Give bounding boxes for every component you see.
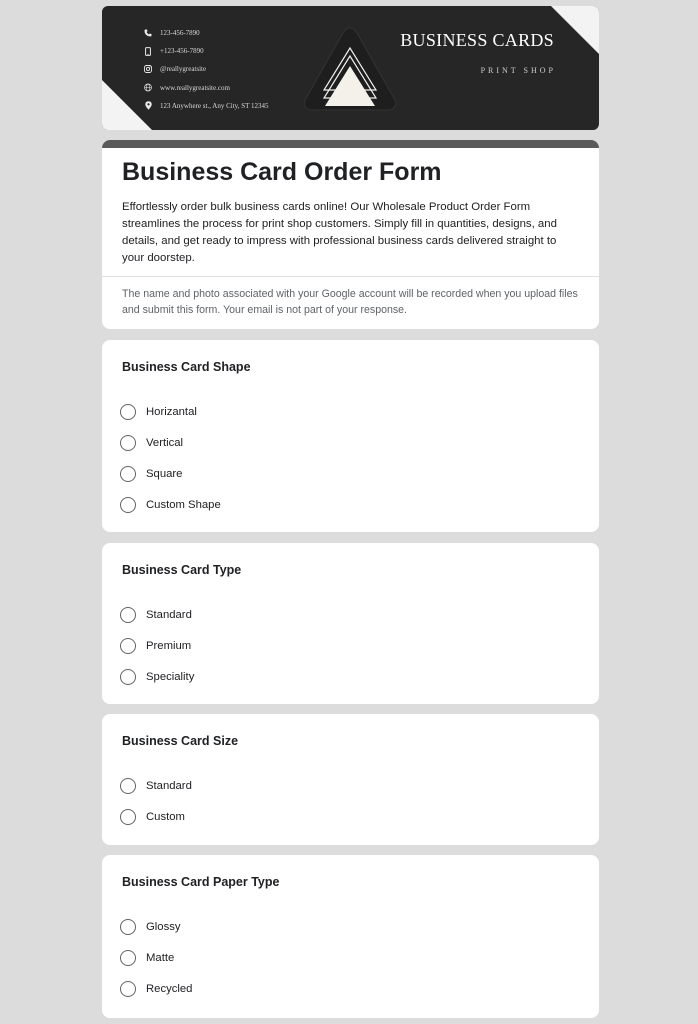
- banner-subtitle: PRINT SHOP: [480, 66, 556, 75]
- radio-option[interactable]: Matte: [120, 942, 192, 973]
- option-label: Standard: [146, 608, 192, 621]
- option-label: Vertical: [146, 436, 184, 449]
- option-label: Glossy: [146, 920, 181, 933]
- option-label: Recycled: [146, 982, 193, 995]
- divider: [102, 276, 599, 277]
- radio-option[interactable]: Recycled: [120, 973, 192, 1004]
- option-label: Horizantal: [146, 405, 197, 418]
- question-title: Business Card Type: [122, 563, 242, 577]
- question-card-type: Business Card Type Standard Premium Spec…: [102, 543, 599, 704]
- contact-address: 123 Anywhere st., Any City, ST 12345: [144, 97, 269, 115]
- radio-option[interactable]: Square: [120, 458, 221, 489]
- radio-button[interactable]: [120, 949, 136, 966]
- option-label: Custom: [146, 810, 185, 823]
- question-card-shape: Business Card Shape Horizantal Vertical …: [102, 340, 599, 532]
- instagram-icon: [144, 65, 152, 74]
- question-card-paper-type: Business Card Paper Type Glossy Matte Re…: [102, 855, 599, 1018]
- radio-option[interactable]: Standard: [120, 770, 192, 801]
- contact-text: @reallygreatsite: [160, 65, 207, 74]
- form-description: Effortlessly order bulk business cards o…: [122, 201, 557, 264]
- option-label: Matte: [146, 951, 175, 964]
- radio-button[interactable]: [120, 434, 136, 451]
- radio-button[interactable]: [120, 808, 136, 825]
- phone-icon: [144, 29, 152, 38]
- contact-list: 123-456-7890 +123-456-7890 @reallygreats…: [144, 24, 269, 115]
- radio-button[interactable]: [120, 777, 136, 794]
- question-title: Business Card Shape: [122, 360, 251, 374]
- radio-button[interactable]: [120, 637, 136, 654]
- triangle-logo-icon: [303, 27, 397, 111]
- radio-option[interactable]: Horizantal: [120, 396, 221, 427]
- form-header-card: Business Card Order Form Effortlessly or…: [102, 140, 599, 329]
- banner-corner-decoration: [551, 6, 599, 54]
- form-title: Business Card Order Form: [122, 158, 442, 186]
- option-label: Premium: [146, 639, 192, 652]
- mobile-icon: [144, 46, 152, 56]
- radio-group: Glossy Matte Recycled: [120, 911, 192, 1004]
- contact-text: 123-456-7890: [160, 29, 200, 38]
- radio-button[interactable]: [120, 496, 136, 513]
- contact-text: +123-456-7890: [160, 47, 204, 56]
- contact-text: www.reallygreatsite.com: [160, 83, 230, 92]
- radio-button[interactable]: [120, 403, 136, 420]
- radio-group: Horizantal Vertical Square Custom Shape: [120, 396, 221, 520]
- question-title: Business Card Paper Type: [122, 875, 280, 889]
- header-banner: 123-456-7890 +123-456-7890 @reallygreats…: [102, 6, 599, 130]
- contact-phone: 123-456-7890: [144, 24, 269, 42]
- radio-option[interactable]: Custom: [120, 801, 192, 832]
- option-label: Standard: [146, 779, 192, 792]
- option-label: Speciality: [146, 670, 195, 683]
- banner-title: BUSINESS CARDS: [400, 30, 554, 50]
- radio-group: Standard Premium Speciality: [120, 599, 194, 692]
- contact-instagram: @reallygreatsite: [144, 60, 269, 78]
- globe-icon: [144, 83, 152, 92]
- location-pin-icon: [144, 101, 152, 111]
- radio-button[interactable]: [120, 980, 136, 997]
- radio-option[interactable]: Custom Shape: [120, 489, 221, 520]
- radio-option[interactable]: Vertical: [120, 427, 221, 458]
- radio-option[interactable]: Standard: [120, 599, 194, 630]
- radio-option[interactable]: Speciality: [120, 661, 194, 692]
- account-notice: The name and photo associated with your …: [122, 288, 578, 316]
- option-label: Square: [146, 467, 183, 480]
- radio-button[interactable]: [120, 918, 136, 935]
- radio-button[interactable]: [120, 606, 136, 623]
- contact-website: www.reallygreatsite.com: [144, 79, 269, 97]
- accent-bar: [102, 140, 599, 148]
- radio-button[interactable]: [120, 668, 136, 685]
- contact-mobile: +123-456-7890: [144, 42, 269, 60]
- contact-text: 123 Anywhere st., Any City, ST 12345: [160, 101, 269, 110]
- question-title: Business Card Size: [122, 734, 239, 748]
- option-label: Custom Shape: [146, 498, 221, 511]
- radio-group: Standard Custom: [120, 770, 192, 832]
- radio-option[interactable]: Glossy: [120, 911, 192, 942]
- radio-button[interactable]: [120, 465, 136, 482]
- radio-option[interactable]: Premium: [120, 630, 194, 661]
- question-card-size: Business Card Size Standard Custom: [102, 714, 599, 845]
